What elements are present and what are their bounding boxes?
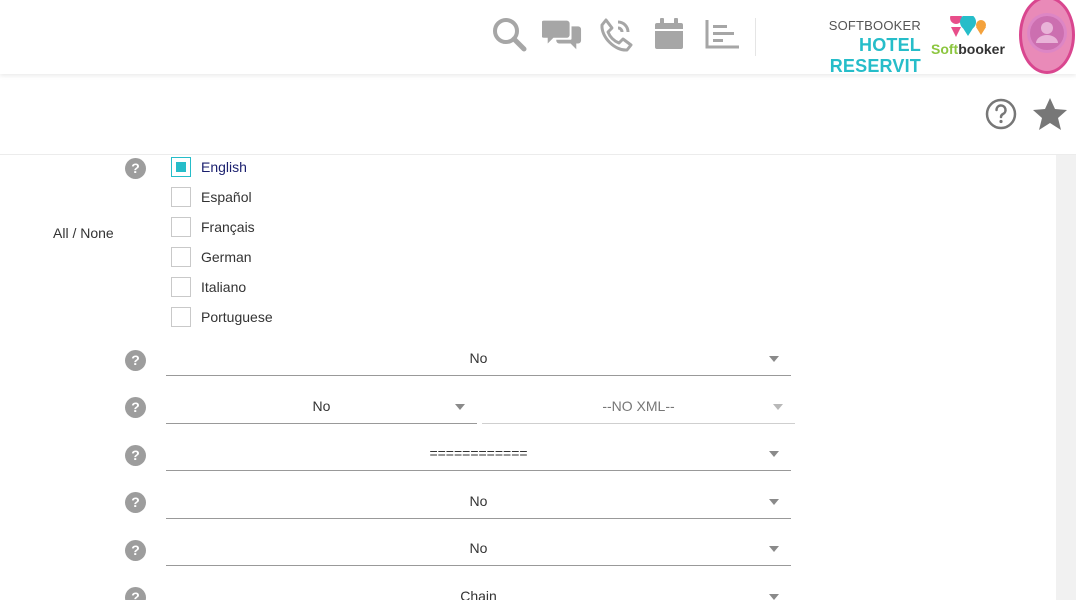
checkbox-espanol[interactable]	[171, 187, 191, 207]
help-icon[interactable]: ?	[125, 492, 146, 513]
help-icon[interactable]: ?	[125, 540, 146, 561]
language-label: Italiano	[201, 279, 247, 295]
chevron-down-icon	[769, 356, 779, 362]
checkbox-portuguese[interactable]	[171, 307, 191, 327]
language-item-italiano[interactable]: Italiano	[171, 276, 246, 298]
chevron-down-icon	[773, 404, 783, 410]
chevron-down-icon	[769, 499, 779, 505]
language-label: English	[201, 159, 247, 175]
help-icon[interactable]: ?	[125, 587, 146, 600]
chat-icon[interactable]	[542, 14, 582, 54]
avatar[interactable]	[1027, 13, 1067, 53]
select-xml[interactable]: --NO XML--	[482, 392, 795, 424]
brand-caption: SOFTBOOKER	[828, 18, 921, 33]
header-divider	[755, 18, 756, 56]
chart-icon[interactable]	[702, 14, 742, 54]
logo-wordmark: Softbooker	[931, 41, 1005, 57]
all-none-toggle[interactable]: All / None	[53, 225, 114, 241]
calendar-icon[interactable]	[649, 14, 689, 54]
select-2a[interactable]: No	[166, 392, 477, 424]
select-5[interactable]: No	[166, 534, 791, 566]
brand-title: HOTEL RESERVIT	[829, 35, 921, 76]
select-4[interactable]: No	[166, 487, 791, 519]
select-value: No	[469, 350, 488, 366]
select-value: ============	[429, 445, 528, 461]
language-item-portuguese[interactable]: Portuguese	[171, 306, 273, 328]
search-icon[interactable]	[489, 14, 529, 54]
star-icon[interactable]	[1032, 97, 1068, 131]
language-label: Español	[201, 189, 252, 205]
help-icon[interactable]: ?	[125, 350, 146, 371]
language-label: Français	[201, 219, 255, 235]
checkbox-english[interactable]	[171, 157, 191, 177]
help-icon[interactable]: ?	[125, 445, 146, 466]
chevron-down-icon	[455, 404, 465, 410]
checkbox-german[interactable]	[171, 247, 191, 267]
chevron-down-icon	[769, 594, 779, 600]
help-icon[interactable]: ?	[125, 397, 146, 418]
language-item-espanol[interactable]: Español	[171, 186, 252, 208]
scrollbar[interactable]	[1056, 155, 1076, 600]
chevron-down-icon	[769, 546, 779, 552]
user-icon	[1030, 16, 1064, 50]
phone-icon[interactable]	[596, 14, 636, 54]
top-header: SOFTBOOKER HOTEL RESERVIT Softbooker	[0, 0, 1076, 76]
select-value: Chain	[460, 588, 497, 600]
checkbox-francais[interactable]	[171, 217, 191, 237]
checkbox-italiano[interactable]	[171, 277, 191, 297]
select-6[interactable]: Chain	[166, 582, 791, 600]
secondary-toolbar	[0, 74, 1076, 155]
language-item-english[interactable]: English	[171, 156, 247, 178]
language-item-francais[interactable]: Français	[171, 216, 255, 238]
select-value: No	[312, 398, 331, 414]
language-label: Portuguese	[201, 309, 273, 325]
language-item-german[interactable]: German	[171, 246, 252, 268]
select-value: No	[469, 540, 488, 556]
select-3[interactable]: ============	[166, 439, 791, 471]
language-label: German	[201, 249, 252, 265]
help-circle-icon[interactable]	[984, 97, 1018, 131]
chevron-down-icon	[769, 451, 779, 457]
select-value: --NO XML--	[602, 398, 675, 414]
select-value: No	[469, 493, 488, 509]
help-icon[interactable]: ?	[125, 158, 146, 179]
select-1[interactable]: No	[166, 344, 791, 376]
settings-form: ? All / None English Español Français Ge…	[0, 155, 1056, 600]
